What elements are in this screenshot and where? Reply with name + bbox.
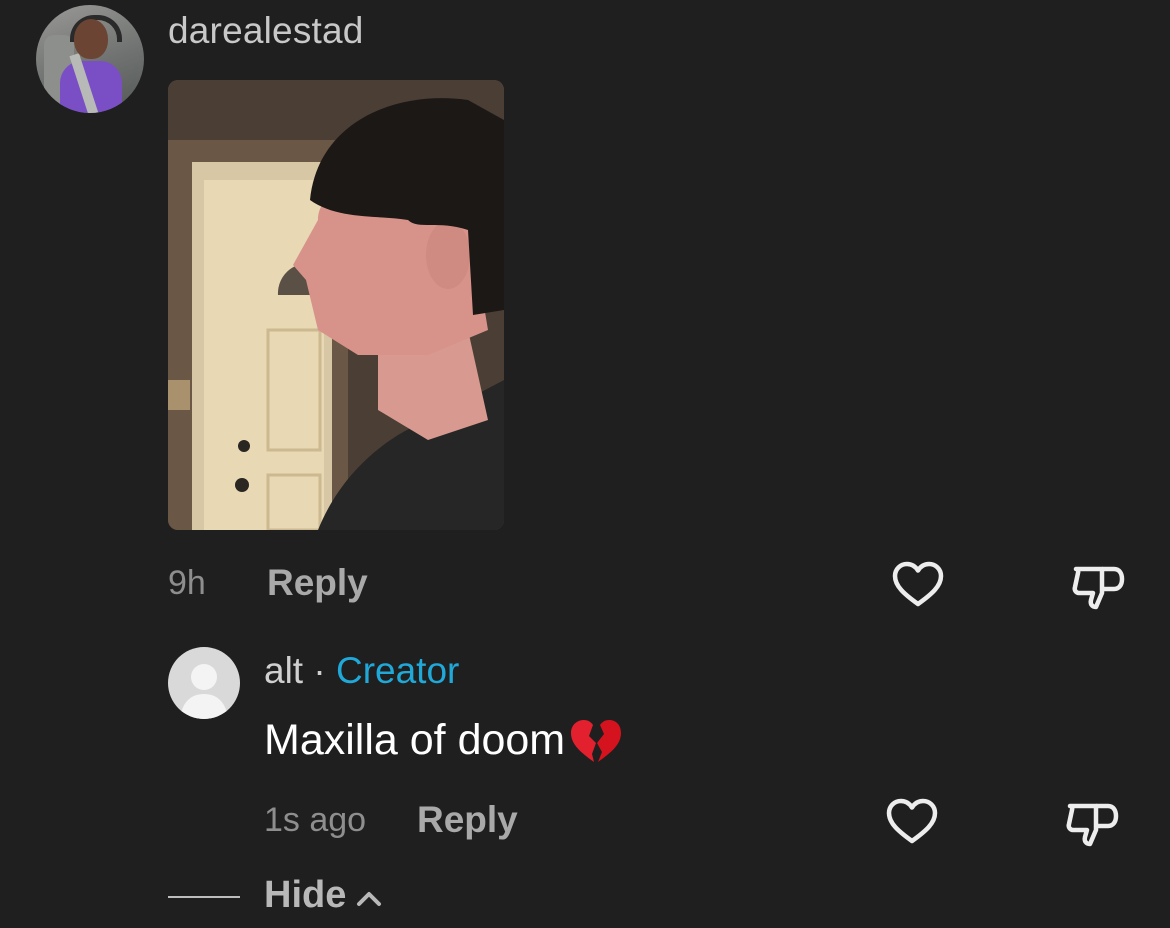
reply-timestamp: 1s ago	[264, 801, 367, 839]
hide-replies-button[interactable]: Hide	[264, 874, 382, 917]
creator-badge: Creator	[335, 650, 460, 691]
thread-divider	[168, 896, 240, 898]
reply-to-reply-button[interactable]: Reply	[417, 799, 518, 841]
hide-label: Hide	[264, 874, 347, 916]
reply-username[interactable]: alt	[264, 650, 303, 691]
heart-outline-icon[interactable]	[890, 557, 946, 613]
comment-timestamp: 9h	[168, 564, 206, 602]
chevron-up-icon	[356, 874, 382, 917]
heart-outline-icon[interactable]	[884, 794, 940, 850]
reply-avatar[interactable]	[168, 647, 240, 719]
thumbs-down-icon[interactable]	[1064, 794, 1120, 850]
comment-image[interactable]	[168, 80, 504, 530]
user-avatar[interactable]	[36, 5, 144, 113]
reply-author-line: alt · Creator	[264, 650, 459, 692]
reply-comment-text: Maxilla of doom	[264, 715, 566, 764]
author-separator: ·	[313, 650, 326, 691]
thumbs-down-icon[interactable]	[1070, 557, 1126, 613]
broken-heart-icon	[567, 712, 623, 768]
reply-button[interactable]: Reply	[267, 562, 368, 604]
reply-text-row: Maxilla of doom	[264, 712, 623, 768]
comment-username[interactable]: darealestad	[168, 10, 364, 52]
